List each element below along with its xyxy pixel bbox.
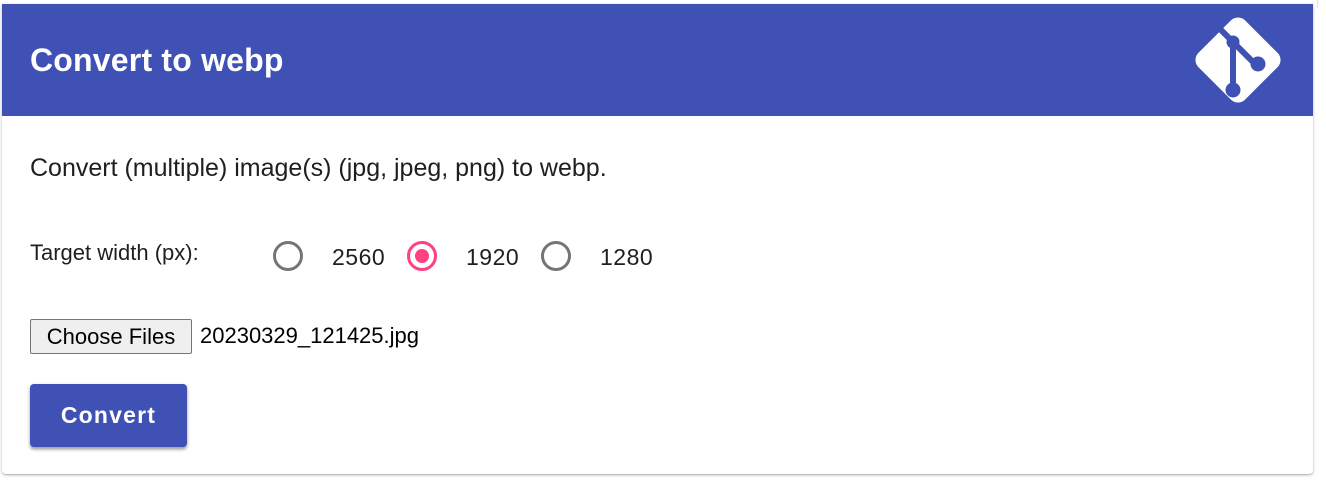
selected-file-name: 20230329_121425.jpg [200, 323, 420, 348]
choose-files-button[interactable]: Choose Files [30, 319, 192, 354]
radio-label-1280[interactable]: 1280 [600, 244, 653, 270]
git-logo-icon[interactable] [1188, 10, 1288, 110]
radio-selected-dot [415, 249, 429, 263]
convert-button[interactable]: Convert [30, 384, 187, 447]
radio-1920[interactable] [404, 238, 444, 278]
converter-card: Convert to webp Convert (multiple) image… [2, 4, 1313, 474]
radio-1280[interactable] [538, 238, 578, 278]
card-header: Convert to webp [2, 4, 1313, 116]
window-edge-divider [1317, 0, 1318, 8]
radio-label-2560[interactable]: 2560 [332, 244, 385, 270]
page-title: Convert to webp [30, 42, 284, 78]
radio-ring [541, 241, 571, 271]
radio-ring [273, 241, 303, 271]
radio-2560[interactable] [270, 238, 310, 278]
target-width-label: Target width (px): [30, 240, 199, 265]
page-description: Convert (multiple) image(s) (jpg, jpeg, … [30, 154, 607, 182]
radio-label-1920[interactable]: 1920 [466, 244, 519, 270]
